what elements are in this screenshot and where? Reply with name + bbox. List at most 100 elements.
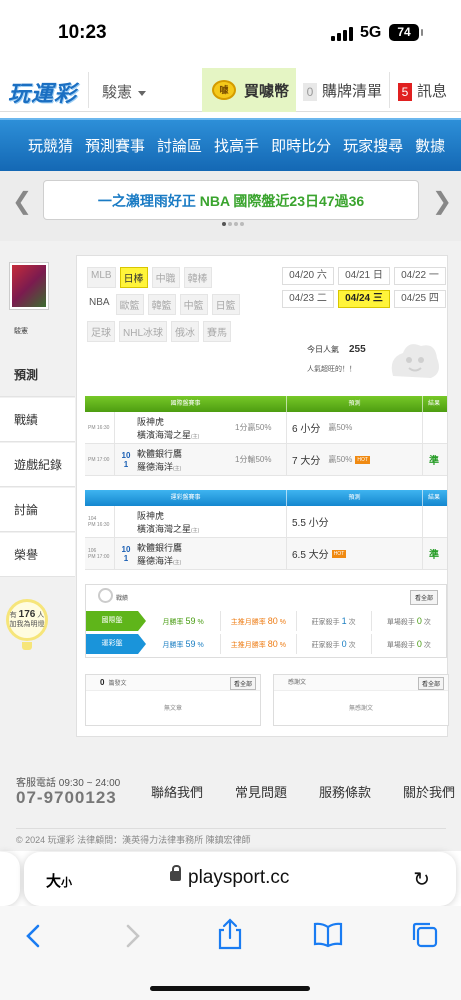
date-0420[interactable]: 04/20 六: [282, 267, 334, 285]
side-tab-record[interactable]: 戰績: [0, 398, 75, 442]
cart-count-badge: 0: [303, 83, 317, 101]
pct-sign: %: [197, 642, 204, 649]
profile-sidebar: 駿憲 預測 戰績 遊戲紀錄 討論 榮譽 有 176 人 加我為明燈: [0, 255, 75, 665]
logo[interactable]: 玩運彩: [8, 76, 77, 108]
chevron-left-icon[interactable]: ❮: [12, 187, 32, 216]
table-row[interactable]: 106 PM 17:00 10 1 軟體銀行鷹 羅德海洋(主) 6.5 大分 HOT 準: [85, 538, 447, 570]
footer-link-contact[interactable]: 聯絡我們: [151, 782, 203, 801]
side-tab-game-log[interactable]: 遊戲紀錄: [0, 443, 75, 487]
footer-link-terms[interactable]: 服務條款: [319, 782, 371, 801]
intl-odds-table: 國際盤賽事 預測 結果 PM 16:30 阪神虎 橫濱海灣之星(主) 1分贏50%…: [85, 396, 447, 476]
forward-icon[interactable]: [124, 924, 142, 948]
league-kbl[interactable]: 韓籃: [147, 294, 176, 315]
reload-icon[interactable]: ↻: [413, 867, 430, 892]
banner-link[interactable]: 一之瀨理雨好正 NBA 國際盤近23日47過36: [43, 180, 419, 220]
single-killer-label: 單場殺手: [386, 642, 415, 649]
buy-coins-button[interactable]: 噱 買噱幣: [202, 68, 296, 112]
league-kbo[interactable]: 韓棒: [183, 267, 212, 288]
address-bar[interactable]: 大小 playsport.cc ↻: [24, 852, 456, 906]
service-phone[interactable]: 07-9700123: [16, 788, 117, 808]
date-0421[interactable]: 04/21 日: [338, 267, 390, 285]
home-indicator[interactable]: [150, 986, 310, 991]
text-size-small: 小: [61, 877, 73, 889]
menu-item-guess[interactable]: 玩競猜: [28, 135, 73, 156]
league-mlb[interactable]: MLB: [87, 267, 116, 288]
league-nhl[interactable]: NHL冰球: [119, 321, 168, 342]
footer-link-faq[interactable]: 常見問題: [235, 782, 287, 801]
menu-item-forum[interactable]: 討論區: [157, 135, 202, 156]
column-header: 結果: [427, 401, 440, 407]
signal-icon: [331, 27, 353, 41]
avatar[interactable]: [10, 263, 48, 309]
cart-label: 購牌清單: [322, 83, 383, 100]
top-nav: 玩運彩 駿憲 噱 買噱幣 0 購牌清單 5 訊息: [0, 68, 461, 112]
side-tab-honor[interactable]: 榮譽: [0, 533, 75, 577]
team-away: 軟體銀行鷹: [137, 448, 183, 459]
user-menu[interactable]: 駿憲: [102, 81, 147, 102]
league-khl[interactable]: 俄冰: [171, 321, 200, 342]
month-rate-label: 月勝率: [162, 642, 184, 649]
lock-icon: [170, 865, 181, 881]
cart-button[interactable]: 0 購牌清單: [303, 80, 382, 101]
table-row[interactable]: PM 16:30 阪神虎 橫濱海灣之星(主) 1分贏50% 6 小分 贏50%: [85, 412, 447, 444]
banner-carousel: ❮ 一之瀨理雨好正 NBA 國際盤近23日47過36 ❯: [0, 171, 461, 241]
league-cpbl[interactable]: 中職: [151, 267, 180, 288]
count-unit: 次: [423, 642, 431, 649]
league-euro-basketball[interactable]: 歐籃: [115, 294, 144, 315]
bookmarks-icon[interactable]: [312, 922, 344, 948]
pct-sign: %: [197, 619, 204, 626]
prediction-rate: 贏50%: [328, 423, 353, 432]
menu-item-player-search[interactable]: 玩家搜尋: [343, 135, 403, 156]
back-icon[interactable]: [24, 924, 42, 948]
record-view-all-button[interactable]: 看全部: [409, 590, 438, 605]
league-cba[interactable]: 中籃: [179, 294, 208, 315]
url-host[interactable]: playsport.cc: [188, 867, 289, 889]
date-0422[interactable]: 04/22 一: [394, 267, 446, 285]
user-menu-label: 駿憲: [102, 84, 133, 101]
menu-item-predict[interactable]: 預測賽事: [85, 135, 145, 156]
tabs-icon[interactable]: [410, 920, 440, 950]
posts-view-all-button[interactable]: 看全部: [229, 677, 256, 690]
table-row[interactable]: PM 17:00 10 1 軟體銀行鷹 羅德海洋(主) 1分輸50% 7 大分 贏50…: [85, 444, 447, 476]
league-soccer[interactable]: 足球: [87, 321, 115, 342]
menu-item-live-score[interactable]: 即時比分: [271, 135, 331, 156]
text-size-button[interactable]: 大小: [46, 870, 72, 891]
result: 準: [429, 550, 439, 561]
side-tab-discuss[interactable]: 討論: [0, 488, 75, 532]
table-row[interactable]: 104 PM 16:30 阪神虎 橫濱海灣之星(主) 5.5 小分: [85, 506, 447, 538]
result: [423, 412, 445, 443]
league-npb[interactable]: 日棒: [119, 267, 148, 288]
thanks-view-all-button[interactable]: 看全部: [417, 677, 444, 690]
status-bar: 10:23 5G 74: [0, 0, 461, 66]
lightbulb-fans-button[interactable]: 有 176 人 加我為明燈: [6, 599, 48, 650]
carousel-dot[interactable]: [234, 222, 238, 226]
carousel-dot[interactable]: [240, 222, 244, 226]
date-0425[interactable]: 04/25 四: [394, 290, 446, 308]
menu-item-stats[interactable]: 數據: [415, 135, 445, 156]
league-horse-racing[interactable]: 賽馬: [203, 321, 232, 342]
previous-tab-peek[interactable]: [0, 852, 20, 906]
fans-text: 加我為明燈: [9, 621, 45, 628]
date-0424[interactable]: 04/24 三: [338, 290, 390, 308]
carousel-dot[interactable]: [222, 222, 226, 226]
menu-item-experts[interactable]: 找高手: [214, 135, 259, 156]
record-tag: 運彩盤: [86, 634, 146, 654]
caret-down-icon: [138, 90, 147, 96]
league-nba[interactable]: NBA: [87, 294, 112, 315]
chevron-right-icon[interactable]: ❯: [432, 187, 452, 216]
game-time: PM 17:00: [85, 444, 115, 475]
messages-button[interactable]: 5 訊息: [398, 80, 447, 101]
date-0423[interactable]: 04/23 二: [282, 290, 334, 308]
league-bleague[interactable]: 日籃: [211, 294, 240, 315]
single-killer-value: 0: [416, 616, 422, 626]
team-away: 軟體銀行鷹: [137, 542, 183, 553]
score-1: 10: [121, 450, 131, 460]
footer-link-about[interactable]: 關於我們: [403, 782, 455, 801]
mascot-icon: [391, 344, 439, 378]
carousel-dot[interactable]: [228, 222, 232, 226]
house-killer-value: 0: [341, 639, 347, 649]
main-rate-label: 主推月勝率: [230, 619, 266, 626]
copyright: © 2024 玩運彩 法律顧問：漢英得力法律事務所 陳鎮宏律師: [16, 835, 251, 845]
share-icon[interactable]: [216, 918, 244, 950]
side-tab-predict[interactable]: 預測: [0, 353, 75, 397]
